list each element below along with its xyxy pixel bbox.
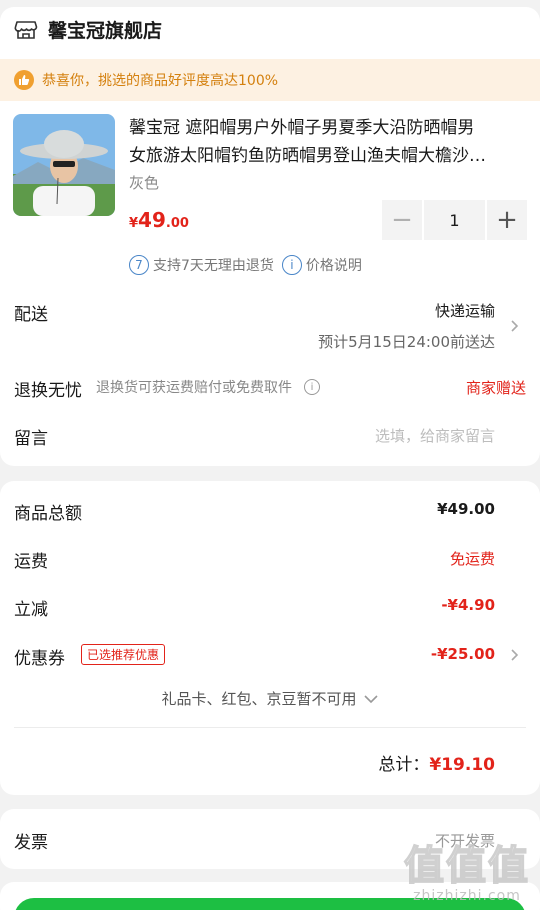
invoice-label: 发票 [14,833,48,853]
order-total: 总计：¥19.10 [378,750,495,775]
product-price: ¥49.00 [129,208,189,232]
unavailable-text: 礼品卡、红包、京豆暂不可用 [161,690,357,708]
shop-name: 馨宝冠旗舰店 [48,20,163,42]
price-integer: 49 [138,208,166,232]
price-explanation-text: 价格说明 [305,258,362,274]
delivery-label: 配送 [14,305,48,325]
unavailable-options[interactable]: 礼品卡、红包、京豆暂不可用 [0,688,540,709]
product-title[interactable]: 馨宝冠 遮阳帽男户外帽子男夏季大沿防晒帽男 女旅游太阳帽钓鱼防晒帽男登山渔夫帽大… [129,114,524,170]
decrease-button[interactable]: − [382,200,422,240]
watermark-logo: 值值值 [403,843,530,889]
discount-label: 立减 [14,600,48,620]
coupon-label: 优惠券 [14,649,65,669]
price-summary-card [0,481,540,795]
watermark-domain: zhizhizhi.com [413,888,521,904]
coupon-value[interactable]: -¥25.00 [431,645,495,663]
goods-total-label: 商品总额 [14,504,82,524]
returns-desc-text: 退换货可获运费赔付或免费取件 [96,380,292,396]
store-icon [14,20,38,39]
watermark: 值值值 zhizhizhi.com [403,843,530,904]
thumbs-up-icon [14,70,34,90]
price-decimal: .00 [165,216,189,231]
returns-label: 退换无忧 [14,381,82,401]
returns-description: 退换货可获运费赔付或免费取件 i [96,377,320,397]
increase-button[interactable]: + [487,200,527,240]
product-spec: 灰色 [129,174,160,192]
price-explanation[interactable]: i 价格说明 [281,255,362,275]
returns-gift: 商家赠送 [465,379,526,397]
coupon-tag[interactable]: 已选推荐优惠 [81,644,166,665]
price-currency: ¥ [129,216,139,231]
chevron-down-icon [363,694,378,703]
quantity-stepper[interactable]: − 1 + [382,200,527,240]
total-label: 总计： [378,755,430,775]
product-title-line2: 女旅游太阳帽钓鱼防晒帽男登山渔夫帽大檐沙… [129,146,486,166]
delivery-eta[interactable]: 预计5月15日24:00前送达 [318,331,495,352]
chevron-right-icon[interactable] [509,649,521,661]
shop-header[interactable]: 馨宝冠旗舰店 [14,16,162,43]
info-icon: i [281,255,302,275]
total-value: ¥19.10 [429,755,495,775]
chevron-right-icon[interactable] [509,320,521,332]
shipping-value: 免运费 [449,550,495,568]
message-label: 留言 [14,429,48,449]
service-tags: 7 支持7天无理由退货 i 价格说明 [129,255,370,275]
delivery-method[interactable]: 快递运输 [435,300,495,321]
shipping-label: 运费 [14,552,48,572]
discount-value: -¥4.90 [441,596,495,614]
divider [14,727,526,728]
quantity-value[interactable]: 1 [424,200,485,240]
info-icon[interactable]: i [304,379,320,395]
praise-banner: 恭喜你，挑选的商品好评度高达100% [0,59,540,101]
product-image[interactable] [13,114,115,216]
product-title-line1: 馨宝冠 遮阳帽男户外帽子男夏季大沿防晒帽男 [129,118,475,138]
return-policy[interactable]: 7 支持7天无理由退货 [129,255,274,275]
seven-day-icon: 7 [129,255,149,275]
message-input[interactable]: 选填，给商家留言 [375,425,495,446]
goods-total-value: ¥49.00 [437,500,495,518]
banner-text: 恭喜你，挑选的商品好评度高达100% [42,73,279,89]
return-policy-text: 支持7天无理由退货 [153,258,274,274]
